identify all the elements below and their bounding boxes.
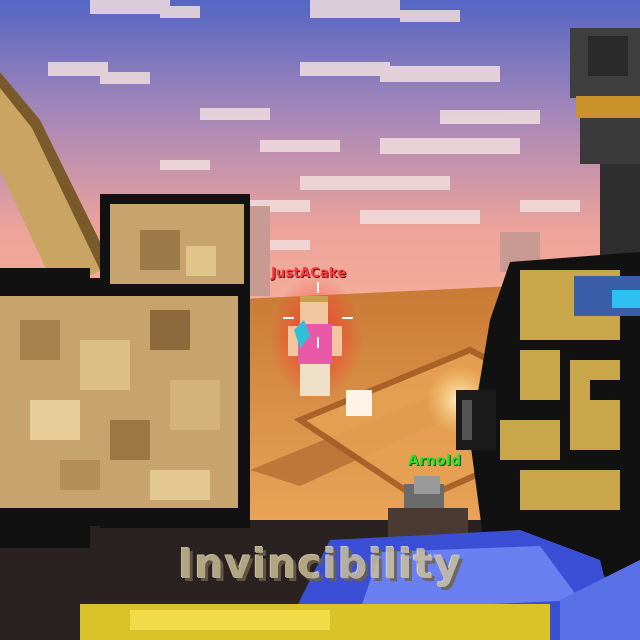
enemy-player[interactable] xyxy=(270,276,362,400)
powerup-banner: Invincibility xyxy=(178,540,462,588)
ally-nametag: Arnold xyxy=(408,453,462,469)
enemy-nametag: JustACake xyxy=(271,266,347,281)
projectile xyxy=(346,390,372,416)
